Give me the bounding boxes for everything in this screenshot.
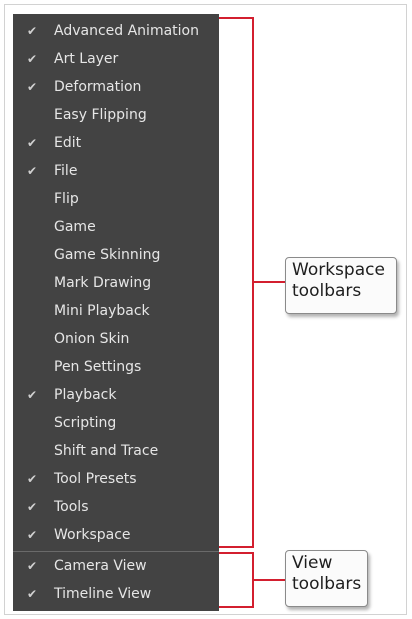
check-icon: ✔ [27, 500, 38, 514]
menu-item-easy-flipping[interactable]: Easy Flipping [13, 102, 219, 130]
menu-item-label: Onion Skin [54, 331, 130, 347]
workspace-bracket [219, 17, 254, 548]
menu-item-tools[interactable]: ✔ Tools [13, 494, 219, 522]
menu-item-tool-presets[interactable]: ✔ Tool Presets [13, 466, 219, 494]
check-icon: ✔ [27, 528, 38, 542]
menu-item-label: File [54, 163, 78, 179]
menu-item-mark-drawing[interactable]: Mark Drawing [13, 270, 219, 298]
callout-line-1: View [292, 553, 333, 573]
toolbars-menu: ✔ Advanced Animation ✔ Art Layer ✔ Defor… [13, 14, 219, 611]
menu-item-label: Shift and Trace [54, 443, 159, 459]
menu-item-label: Mark Drawing [54, 275, 152, 291]
menu-item-label: Mini Playback [54, 303, 150, 319]
check-icon: ✔ [27, 80, 38, 94]
menu-item-deformation[interactable]: ✔ Deformation [13, 74, 219, 102]
menu-item-advanced-animation[interactable]: ✔ Advanced Animation [13, 18, 219, 46]
menu-item-pen-settings[interactable]: Pen Settings [13, 354, 219, 382]
menu-item-game-skinning[interactable]: Game Skinning [13, 242, 219, 270]
menu-item-label: Edit [54, 135, 82, 151]
menu-item-label: Game Skinning [54, 247, 161, 263]
menu-item-edit[interactable]: ✔ Edit [13, 130, 219, 158]
check-icon: ✔ [27, 24, 38, 38]
menu-item-label: Deformation [54, 79, 142, 95]
menu-item-label: Playback [54, 387, 117, 403]
check-icon: ✔ [27, 587, 38, 601]
menu-item-label: Game [54, 219, 96, 235]
menu-item-label: Pen Settings [54, 359, 142, 375]
menu-item-workspace[interactable]: ✔ Workspace [13, 522, 219, 550]
menu-separator [13, 551, 219, 552]
view-connector [253, 579, 285, 581]
menu-item-scripting[interactable]: Scripting [13, 410, 219, 438]
view-toolbars-callout: View toolbars [285, 550, 368, 607]
menu-item-art-layer[interactable]: ✔ Art Layer [13, 46, 219, 74]
callout-line-1: Workspace [292, 260, 385, 280]
check-icon: ✔ [27, 52, 38, 66]
menu-item-label: Timeline View [54, 586, 152, 602]
menu-item-label: Scripting [54, 415, 117, 431]
menu-item-shift-and-trace[interactable]: Shift and Trace [13, 438, 219, 466]
menu-item-flip[interactable]: Flip [13, 186, 219, 214]
check-icon: ✔ [27, 164, 38, 178]
menu-item-mini-playback[interactable]: Mini Playback [13, 298, 219, 326]
menu-item-label: Advanced Animation [54, 23, 199, 39]
workspace-connector [253, 281, 285, 283]
workspace-toolbars-callout: Workspace toolbars [285, 257, 397, 314]
menu-item-playback[interactable]: ✔ Playback [13, 382, 219, 410]
menu-item-label: Tools [54, 499, 89, 515]
menu-item-camera-view[interactable]: ✔ Camera View [13, 553, 219, 581]
menu-item-label: Workspace [54, 527, 131, 543]
check-icon: ✔ [27, 136, 38, 150]
menu-item-label: Flip [54, 191, 79, 207]
check-icon: ✔ [27, 388, 38, 402]
menu-item-label: Camera View [54, 558, 147, 574]
menu-item-onion-skin[interactable]: Onion Skin [13, 326, 219, 354]
menu-item-timeline-view[interactable]: ✔ Timeline View [13, 581, 219, 609]
check-icon: ✔ [27, 472, 38, 486]
menu-item-game[interactable]: Game [13, 214, 219, 242]
menu-item-label: Easy Flipping [54, 107, 147, 123]
menu-item-label: Art Layer [54, 51, 119, 67]
callout-line-2: toolbars [292, 574, 362, 594]
view-bracket [219, 552, 254, 608]
callout-line-2: toolbars [292, 281, 362, 301]
check-icon: ✔ [27, 559, 38, 573]
menu-item-file[interactable]: ✔ File [13, 158, 219, 186]
menu-item-label: Tool Presets [54, 471, 137, 487]
